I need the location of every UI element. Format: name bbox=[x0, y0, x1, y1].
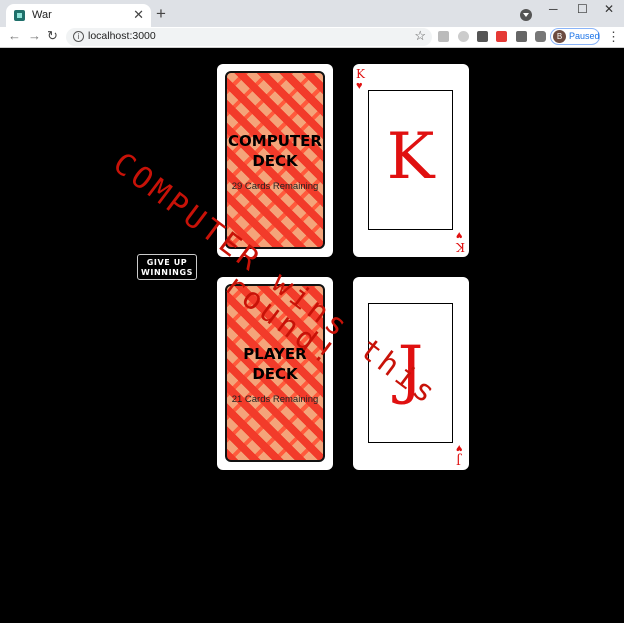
reload-icon[interactable]: ↻ bbox=[47, 28, 58, 44]
extension-youtube-icon[interactable] bbox=[496, 31, 507, 42]
player-card-face: J bbox=[368, 303, 453, 443]
give-up-winnings-button[interactable]: GIVE UP WINNINGS bbox=[137, 254, 197, 280]
give-up-label-line1: GIVE UP bbox=[146, 258, 188, 267]
heart-suit-icon: ♥ bbox=[356, 80, 363, 92]
window-close-icon[interactable]: ✕ bbox=[604, 2, 614, 16]
browser-toolbar: ← → ↻ i localhost:3000 ☆ B Paused ⋮ bbox=[0, 27, 624, 48]
extension-k-icon[interactable] bbox=[438, 31, 449, 42]
computer-played-card: K ♥ K ♥ K bbox=[353, 64, 469, 257]
computer-deck-card[interactable]: COMPUTER DECK 29 Cards Remaining bbox=[217, 64, 333, 257]
tab-search-icon[interactable] bbox=[520, 9, 532, 21]
player-deck-remaining: 21 Cards Remaining bbox=[231, 394, 319, 405]
player-deck-back: PLAYER DECK 21 Cards Remaining bbox=[225, 284, 325, 462]
heart-suit-icon: ♥ bbox=[456, 442, 463, 454]
computer-deck-back: COMPUTER DECK 29 Cards Remaining bbox=[225, 71, 325, 249]
new-tab-button[interactable]: + bbox=[156, 4, 166, 24]
computer-card-rank-top: K bbox=[356, 67, 365, 81]
computer-card-face: K bbox=[368, 90, 453, 230]
profile-status: Paused bbox=[569, 31, 600, 41]
extension-help-icon[interactable] bbox=[516, 31, 527, 42]
tab-title: War bbox=[32, 9, 52, 21]
heart-suit-icon: ♥ bbox=[456, 229, 463, 241]
player-card-rank-center: J bbox=[397, 333, 424, 407]
player-played-card: J ♥ J bbox=[353, 277, 469, 470]
app-favicon-icon bbox=[14, 10, 25, 21]
minimize-icon[interactable]: ─ bbox=[549, 2, 558, 16]
extension-f-icon[interactable] bbox=[477, 31, 488, 42]
extension-circle-icon[interactable] bbox=[458, 31, 469, 42]
info-icon[interactable]: i bbox=[73, 31, 84, 42]
player-card-rank-bottom: J bbox=[456, 453, 461, 467]
game-viewport: COMPUTER DECK 29 Cards Remaining K ♥ K ♥… bbox=[0, 49, 624, 623]
extensions-puzzle-icon[interactable] bbox=[535, 31, 546, 42]
computer-card-rank-bottom: K bbox=[456, 240, 465, 254]
give-up-label-line2: WINNINGS bbox=[141, 268, 193, 277]
computer-deck-title-line2: DECK bbox=[252, 152, 298, 170]
computer-card-rank-center: K bbox=[386, 120, 435, 194]
address-bar[interactable]: i localhost:3000 ☆ bbox=[66, 28, 432, 46]
close-tab-icon[interactable]: ✕ bbox=[133, 7, 144, 23]
back-arrow-icon[interactable]: ← bbox=[8, 28, 21, 43]
maximize-icon[interactable]: ☐ bbox=[577, 2, 588, 16]
url-text: localhost:3000 bbox=[88, 30, 156, 42]
profile-chip[interactable]: B Paused bbox=[550, 28, 600, 45]
star-icon[interactable]: ☆ bbox=[414, 28, 426, 44]
kebab-menu-icon[interactable]: ⋮ bbox=[607, 29, 620, 45]
browser-tab[interactable]: War ✕ bbox=[6, 4, 151, 27]
forward-arrow-icon[interactable]: → bbox=[28, 28, 41, 43]
player-deck-card[interactable]: PLAYER DECK 21 Cards Remaining bbox=[217, 277, 333, 470]
tab-strip: War ✕ + ─ ☐ ✕ bbox=[0, 0, 624, 27]
avatar: B bbox=[553, 30, 566, 43]
player-deck-title-line2: DECK bbox=[252, 365, 298, 383]
player-deck-title-line1: PLAYER bbox=[243, 345, 307, 363]
computer-deck-title-line1: COMPUTER bbox=[228, 132, 322, 150]
computer-deck-remaining: 29 Cards Remaining bbox=[231, 181, 319, 192]
